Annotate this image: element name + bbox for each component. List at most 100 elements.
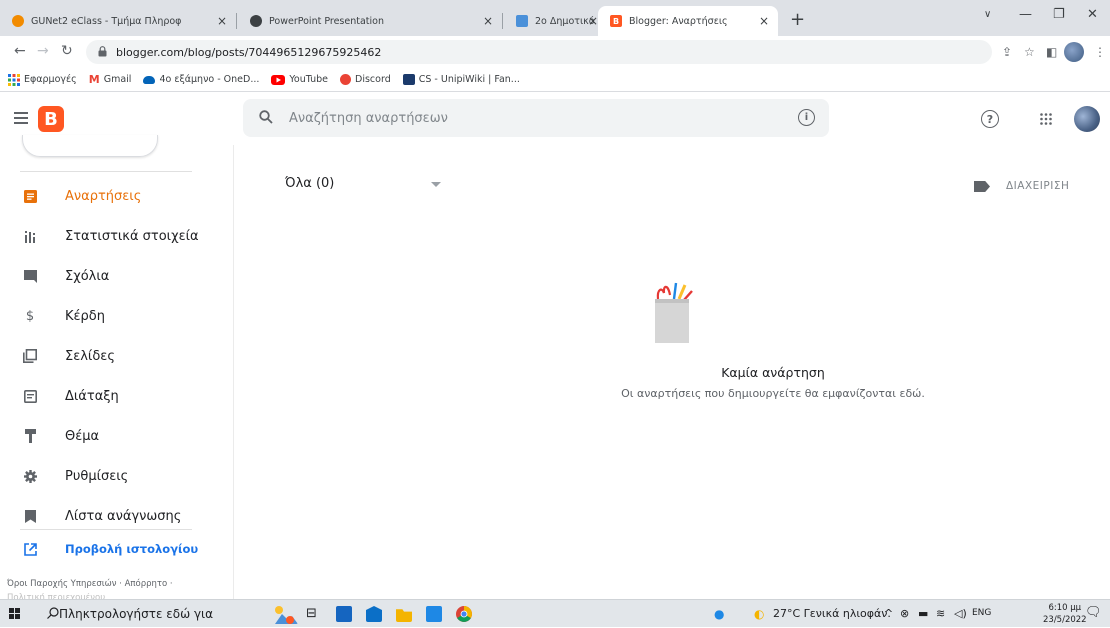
school-favicon-icon <box>516 15 528 27</box>
volume-icon[interactable]: ◁) <box>954 607 967 620</box>
tab-blogger[interactable]: B Blogger: Αναρτήσεις × <box>598 6 778 36</box>
bookmark-onedrive[interactable]: 4ο εξάμηνο - OneD... <box>143 74 259 85</box>
posts-filter-dropdown[interactable]: Όλα (0) <box>285 176 334 191</box>
close-icon[interactable]: × <box>759 14 769 28</box>
new-tab-button[interactable]: + <box>790 9 805 30</box>
empty-state-title: Καμία ανάρτηση <box>721 365 825 380</box>
clock-time: 6:10 μμ <box>1048 603 1082 613</box>
microsoft-store-icon[interactable] <box>336 606 352 622</box>
address-bar[interactable]: blogger.com/blog/posts/70449651296759254… <box>86 40 992 64</box>
tab-eclass[interactable]: GUNet2 eClass - Τμήμα Πληροφ × <box>0 6 236 36</box>
sidebar-divider <box>20 171 192 172</box>
wifi-icon[interactable]: ≋ <box>936 607 945 620</box>
account-avatar[interactable] <box>1074 106 1100 132</box>
empty-posts-illustration-icon <box>655 282 693 343</box>
tab-powerpoint[interactable]: PowerPoint Presentation × <box>238 6 502 36</box>
side-panel-icon[interactable]: ◧ <box>1046 45 1057 59</box>
weather-text[interactable]: 27°C Γενικά ηλιοφάν. <box>773 607 891 620</box>
bookmark-unipiwiki[interactable]: CS - UnipiWiki | Fan... <box>402 74 520 85</box>
windows-taskbar: Πληκτρολογήστε εδώ για ⊟ ● ◐ 27°C Γενικά… <box>0 599 1110 627</box>
notifications-icon[interactable]: 🗨 <box>1085 605 1102 620</box>
share-icon[interactable]: ⇪ <box>1002 45 1012 59</box>
sync-icon[interactable]: ⊗ <box>900 607 909 620</box>
battery-icon[interactable]: ▬ <box>918 607 928 620</box>
tab-separator <box>236 13 237 29</box>
language-indicator[interactable]: ENG <box>972 608 991 618</box>
tab-title: GUNet2 eClass - Τμήμα Πληροφ <box>31 15 182 27</box>
tab-title: PowerPoint Presentation <box>269 15 384 27</box>
blogger-logo[interactable]: B <box>38 106 64 132</box>
posts-icon <box>23 189 37 203</box>
sidebar-item-stats[interactable]: Στατιστικά στοιχεία <box>0 216 234 256</box>
browser-tab-strip: GUNet2 eClass - Τμήμα Πληροφ × PowerPoin… <box>0 0 1110 36</box>
file-explorer-icon[interactable] <box>396 609 412 622</box>
sidebar-item-label: Κέρδη <box>65 308 105 324</box>
reload-icon[interactable]: ↻ <box>61 43 73 59</box>
forward-arrow-icon[interactable]: → <box>37 43 49 59</box>
sidebar-item-label: Αναρτήσεις <box>65 188 142 204</box>
dollar-icon: $ <box>25 308 35 324</box>
system-clock[interactable]: 6:10 μμ 23/5/2022 <box>1043 602 1087 626</box>
back-arrow-icon[interactable]: ← <box>14 43 26 59</box>
close-icon[interactable]: × <box>588 14 598 28</box>
discord-icon <box>340 74 352 85</box>
taskbar-search-placeholder: Πληκτρολογήστε εδώ για <box>59 607 214 621</box>
menu-icon[interactable] <box>14 112 28 124</box>
view-blog-link[interactable]: Προβολή ιστολογίου <box>0 529 234 569</box>
bookmark-youtube[interactable]: YouTube <box>271 74 328 85</box>
search-icon <box>47 607 59 619</box>
stats-icon <box>23 229 37 243</box>
browser-profile-avatar[interactable] <box>1064 42 1084 62</box>
bookmark-label: YouTube <box>289 74 329 85</box>
sidebar-item-posts[interactable]: Αναρτήσεις <box>0 176 234 216</box>
lock-icon <box>98 46 107 57</box>
open-external-icon <box>23 542 37 556</box>
footer-links[interactable]: Όροι Παροχής Υπηρεσιών · Απόρρητο · <box>7 579 173 589</box>
manage-labels-button[interactable]: ΔΙΑΧΕΙΡΙΣΗ <box>1006 180 1069 192</box>
new-post-button[interactable] <box>22 135 158 157</box>
bookmark-apps[interactable]: Εφαρμογές <box>8 73 77 86</box>
apps-grid-icon <box>8 73 20 86</box>
weather-widget-icon[interactable] <box>272 604 298 624</box>
restore-icon[interactable]: ❐ <box>1053 7 1065 22</box>
help-tray-icon[interactable]: ● <box>714 607 724 621</box>
chevron-up-icon[interactable]: ^ <box>884 607 893 620</box>
bookmarks-bar: Εφαρμογές M Gmail 4ο εξάμηνο - OneD... Y… <box>0 68 1110 92</box>
search-posts-input[interactable]: Αναζήτηση αναρτήσεων i <box>243 99 829 137</box>
mail-icon[interactable] <box>366 606 382 622</box>
eclass-favicon-icon <box>12 15 24 27</box>
dropdown-caret-icon[interactable] <box>431 182 441 187</box>
gmail-icon: M <box>88 73 100 86</box>
chrome-icon[interactable] <box>456 606 472 622</box>
tab-title: Blogger: Αναρτήσεις <box>629 15 728 27</box>
window-close-icon[interactable]: ✕ <box>1087 7 1098 22</box>
bookmark-discord[interactable]: Discord <box>340 74 391 85</box>
google-apps-icon[interactable] <box>1040 113 1052 125</box>
app-pinned-icon[interactable] <box>426 606 442 622</box>
taskbar-search-input[interactable]: Πληκτρολογήστε εδώ για <box>33 600 260 628</box>
tab-search-chevron-icon[interactable]: ∨ <box>984 9 991 20</box>
onedrive-cloud-icon <box>143 75 156 84</box>
empty-state-subtitle: Οι αναρτήσεις που δημιουργείτε θα εμφανί… <box>621 387 925 400</box>
info-icon[interactable]: i <box>798 109 815 126</box>
close-icon[interactable]: × <box>483 14 493 28</box>
sidebar-item-comments[interactable]: Σχόλια <box>0 256 234 296</box>
search-placeholder: Αναζήτηση αναρτήσεων <box>289 110 448 126</box>
sidebar-item-earnings[interactable]: $ Κέρδη <box>0 296 234 336</box>
bookmark-gmail[interactable]: M Gmail <box>89 73 132 86</box>
bookmark-label: Discord <box>355 74 391 85</box>
sidebar-item-theme[interactable]: Θέμα <box>0 416 234 456</box>
label-icon[interactable] <box>974 181 990 192</box>
close-icon[interactable]: × <box>217 14 227 28</box>
bookmark-label: 4ο εξάμηνο - OneD... <box>159 74 260 85</box>
task-view-icon[interactable]: ⊟ <box>306 606 322 622</box>
star-icon[interactable]: ☆ <box>1024 45 1035 59</box>
sidebar-item-label: Σχόλια <box>65 268 110 284</box>
sidebar-item-settings[interactable]: Ρυθμίσεις <box>0 456 234 496</box>
help-icon[interactable]: ? <box>981 110 999 128</box>
minimize-icon[interactable]: — <box>1019 7 1032 22</box>
pages-icon <box>23 349 37 363</box>
sidebar-item-label: Στατιστικά στοιχεία <box>65 228 199 244</box>
windows-start-icon[interactable] <box>9 608 20 619</box>
more-vert-icon[interactable]: ⋮ <box>1094 45 1106 59</box>
